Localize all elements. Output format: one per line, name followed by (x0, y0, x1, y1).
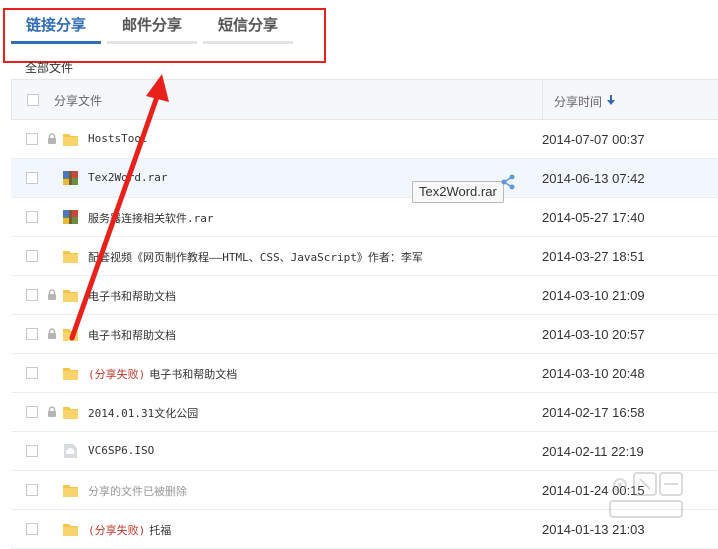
file-name-text: 2014.01.31文化公园 (88, 407, 199, 420)
table-row[interactable]: VC6SP6.ISO 2014-02-11 22:19 (11, 432, 718, 471)
table-row[interactable]: 配套视频《网页制作教程——HTML、CSS、JavaScript》作者：李军 20… (11, 237, 718, 276)
file-name-text: Tex2Word.rar (88, 171, 168, 184)
share-time: 2014-07-07 00:37 (542, 132, 645, 147)
column-divider (542, 80, 543, 119)
row-checkbox[interactable] (26, 523, 38, 535)
file-name[interactable]: Tex2Word.rar (88, 171, 167, 184)
row-checkbox[interactable] (26, 406, 38, 418)
share-time: 2014-03-27 18:51 (542, 249, 645, 264)
file-name[interactable]: 服务器连接相关软件.rar (88, 210, 214, 226)
rar-archive-icon (62, 209, 79, 225)
file-name[interactable]: (分享失败) 电子书和帮助文档 (88, 366, 237, 382)
folder-icon (62, 131, 79, 147)
share-time: 2014-06-13 07:42 (542, 171, 645, 186)
lock-icon (47, 328, 57, 340)
file-name[interactable]: (分享失败) 托福 (88, 522, 171, 538)
row-checkbox[interactable] (26, 289, 38, 301)
table-row[interactable]: 电子书和帮助文档 2014-03-10 20:57 (11, 315, 718, 354)
row-checkbox[interactable] (26, 367, 38, 379)
table-row[interactable]: HostsTool 2014-07-07 00:37 (11, 120, 718, 159)
file-name-text: 配套视频《网页制作教程——HTML、CSS、JavaScript》作者：李军 (88, 251, 423, 264)
file-name-text: HostsTool (88, 132, 148, 145)
file-name-text: 电子书和帮助文档 (88, 290, 176, 303)
lock-icon (47, 133, 57, 145)
breadcrumb[interactable]: 全部文件 (25, 59, 73, 76)
row-checkbox[interactable] (26, 445, 38, 457)
select-all-checkbox[interactable] (27, 94, 39, 106)
lock-icon (47, 289, 57, 301)
folder-icon (62, 404, 79, 420)
folder-icon (62, 365, 79, 381)
file-name[interactable]: VC6SP6.ISO (88, 444, 154, 457)
share-time: 2014-02-11 22:19 (542, 444, 644, 459)
row-checkbox[interactable] (26, 484, 38, 496)
file-name-text: 电子书和帮助文档 (149, 368, 238, 381)
share-icon[interactable] (500, 174, 516, 190)
lock-icon (47, 406, 57, 418)
table-row[interactable]: Tex2Word.rar 2014-06-13 07:42 (11, 159, 718, 198)
row-checkbox[interactable] (26, 211, 38, 223)
file-name-text: VC6SP6.ISO (88, 444, 155, 457)
share-failed-label: (分享失败) (88, 368, 146, 381)
header-share-file: 分享文件 (54, 94, 103, 108)
tab-sms-share[interactable]: 短信分享 (203, 10, 293, 44)
file-name[interactable]: HostsTool (88, 132, 148, 145)
share-time: 2014-02-17 16:58 (542, 405, 645, 420)
row-checkbox[interactable] (26, 328, 38, 340)
share-time: 2014-03-10 21:09 (542, 288, 645, 303)
file-name-text: 服务器连接相关软件.rar (88, 212, 214, 225)
folder-icon (62, 521, 79, 537)
table-row[interactable]: 电子书和帮助文档 2014-03-10 21:09 (11, 276, 718, 315)
sort-down-icon[interactable] (606, 94, 616, 106)
row-checkbox[interactable] (26, 250, 38, 262)
file-name-text: 托福 (149, 524, 172, 537)
file-name[interactable]: 2014.01.31文化公园 (88, 405, 198, 421)
share-type-tabs: 链接分享 邮件分享 短信分享 (11, 10, 299, 46)
file-name[interactable]: 电子书和帮助文档 (88, 288, 176, 304)
share-time: 2014-05-27 17:40 (542, 210, 645, 225)
folder-icon (62, 482, 79, 498)
share-time: 2014-01-13 21:03 (542, 522, 645, 537)
table-row[interactable]: (分享失败) 电子书和帮助文档 2014-03-10 20:48 (11, 354, 718, 393)
tab-email-share[interactable]: 邮件分享 (107, 10, 197, 44)
file-name[interactable]: 配套视频《网页制作教程——HTML、CSS、JavaScript》作者：李军 (88, 249, 423, 265)
row-checkbox[interactable] (26, 172, 38, 184)
file-name[interactable]: 分享的文件已被删除 (88, 483, 187, 499)
folder-icon (62, 248, 79, 264)
file-name[interactable]: 电子书和帮助文档 (88, 327, 176, 343)
folder-icon (62, 326, 79, 342)
file-name-text: 电子书和帮助文档 (88, 329, 176, 342)
watermark-logo (609, 472, 683, 518)
header-share-time[interactable]: 分享时间 (554, 93, 602, 110)
file-name-text: 分享的文件已被删除 (88, 485, 187, 498)
table-header: 分享文件 分享时间 (11, 79, 718, 120)
rar-archive-icon (62, 170, 79, 186)
table-row[interactable]: 服务器连接相关软件.rar 2014-05-27 17:40 (11, 198, 718, 237)
share-failed-label: (分享失败) (88, 524, 146, 537)
tab-link-share[interactable]: 链接分享 (11, 10, 101, 44)
filename-tooltip: Tex2Word.rar (412, 181, 504, 203)
share-time: 2014-03-10 20:57 (542, 327, 645, 342)
row-checkbox[interactable] (26, 133, 38, 145)
cloud-file-icon (62, 443, 79, 459)
folder-icon (62, 287, 79, 303)
table-row[interactable]: 2014.01.31文化公园 2014-02-17 16:58 (11, 393, 718, 432)
share-time: 2014-03-10 20:48 (542, 366, 645, 381)
